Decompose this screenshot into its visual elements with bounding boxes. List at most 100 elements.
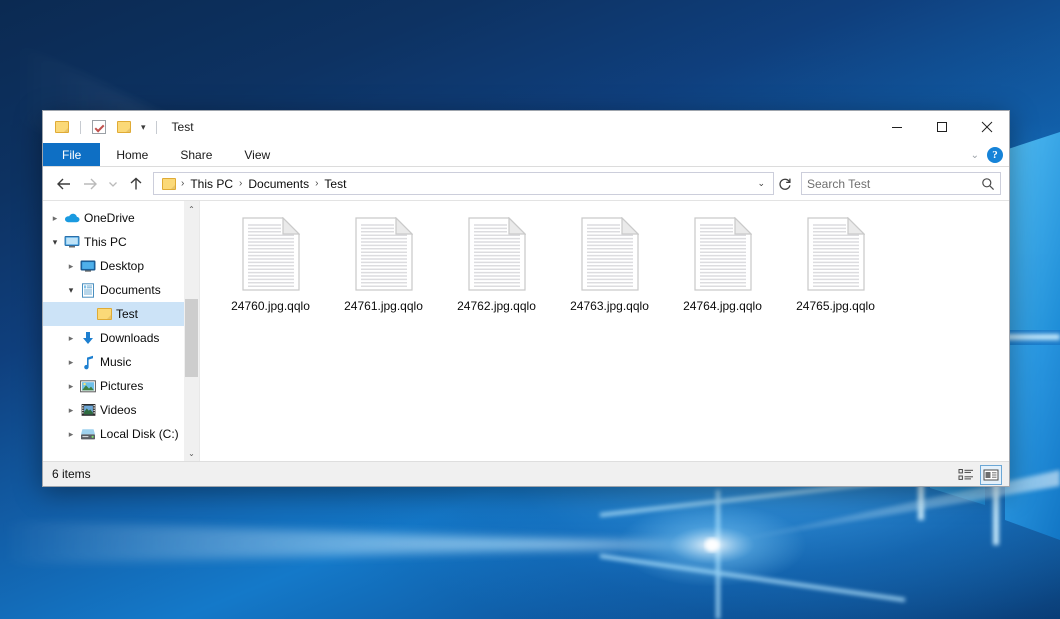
sidebar-scrollbar[interactable]: ⌃ ⌄ <box>184 201 199 461</box>
sidebar-item-music[interactable]: ▸ Music <box>43 350 199 374</box>
title-bar[interactable]: ▾ Test <box>43 111 1009 143</box>
ribbon-right-controls: ⌄ ? <box>971 143 1003 167</box>
breadcrumb: › This PC › Documents › Test <box>159 176 751 192</box>
view-toggle-group <box>955 462 1002 487</box>
file-name-label: 24765.jpg.qqlo <box>796 299 875 313</box>
sidebar-item-label: Music <box>97 355 131 369</box>
sidebar-item-local-disk-c[interactable]: ▸Local Disk (C:) <box>43 422 199 446</box>
scrollbar-thumb[interactable] <box>185 299 198 377</box>
file-item[interactable]: 24765.jpg.qqlo <box>779 215 892 339</box>
chevron-right-icon[interactable]: ▸ <box>47 213 63 224</box>
downloads-arrow-icon <box>79 331 97 346</box>
videos-filmstrip-icon <box>79 403 97 417</box>
sidebar-item-this-pc[interactable]: ▾ This PC <box>43 230 199 254</box>
sidebar-item-label: Desktop <box>97 259 144 273</box>
generic-document-icon <box>355 217 413 291</box>
search-icon[interactable] <box>981 177 995 191</box>
tab-view[interactable]: View <box>228 143 286 166</box>
tab-home[interactable]: Home <box>100 143 164 166</box>
chevron-down-icon[interactable]: ⌄ <box>971 150 979 161</box>
breadcrumb-item-this-pc[interactable]: This PC <box>186 176 237 192</box>
back-arrow-icon[interactable] <box>51 171 77 197</box>
chevron-down-icon[interactable]: ▾ <box>63 285 79 296</box>
breadcrumb-item-test[interactable]: Test <box>320 176 350 192</box>
search-box[interactable]: Search Test <box>801 172 1001 195</box>
file-item[interactable]: 24762.jpg.qqlo <box>440 215 553 339</box>
search-input[interactable]: Search Test <box>807 177 981 191</box>
up-arrow-icon[interactable] <box>123 171 149 197</box>
tab-file[interactable]: File <box>43 143 100 166</box>
address-bar[interactable]: › This PC › Documents › Test ⌄ <box>153 172 774 195</box>
sidebar-item-documents[interactable]: ▾Documents <box>43 278 199 302</box>
file-item[interactable]: 24763.jpg.qqlo <box>553 215 666 339</box>
generic-document-icon <box>242 217 300 291</box>
tab-share[interactable]: Share <box>164 143 228 166</box>
file-list-pane[interactable]: 24760.jpg.qqlo 24761.jpg.qqlo 24762.jpg.qq… <box>200 201 1009 461</box>
large-icons-view-button[interactable] <box>980 465 1002 485</box>
recent-locations-chevron-icon[interactable] <box>103 171 123 197</box>
quick-access-toolbar: ▾ Test <box>43 117 194 137</box>
generic-document-icon <box>581 217 639 291</box>
file-name-label: 24762.jpg.qqlo <box>457 299 536 313</box>
help-icon[interactable]: ? <box>987 147 1003 163</box>
navigation-pane: ▸OneDrive ▾ This PC ▸ Desktop ▾Documents▸Test… <box>43 201 200 461</box>
chevron-down-icon[interactable]: ▾ <box>139 123 148 132</box>
sidebar-item-pictures[interactable]: ▸ Pictures <box>43 374 199 398</box>
chevron-right-icon[interactable]: ▸ <box>63 261 79 272</box>
monitor-icon <box>63 235 81 249</box>
chevron-down-icon[interactable]: ⌄ <box>751 178 771 189</box>
close-button[interactable] <box>964 111 1009 143</box>
file-name-label: 24764.jpg.qqlo <box>683 299 762 313</box>
status-bar: 6 items <box>43 461 1009 486</box>
chevron-right-icon[interactable]: ▸ <box>63 357 79 368</box>
window-controls <box>874 111 1009 143</box>
scrollbar-track[interactable] <box>184 217 199 445</box>
window-body: ▸OneDrive ▾ This PC ▸ Desktop ▾Documents▸Test… <box>43 200 1009 461</box>
chevron-right-icon[interactable]: ▸ <box>63 381 79 392</box>
breadcrumb-item-documents[interactable]: Documents <box>244 176 313 192</box>
item-count-label: 6 items <box>52 467 91 481</box>
forward-arrow-icon[interactable] <box>77 171 103 197</box>
ribbon-tab-strip: File Home Share View ⌄ ? <box>43 143 1009 167</box>
sidebar-item-label: Pictures <box>97 379 143 393</box>
file-name-label: 24761.jpg.qqlo <box>344 299 423 313</box>
chevron-right-icon[interactable]: ▸ <box>63 429 79 440</box>
chevron-right-icon[interactable]: ▸ <box>63 405 79 416</box>
sidebar-item-desktop[interactable]: ▸ Desktop <box>43 254 199 278</box>
generic-document-icon <box>468 217 526 291</box>
details-view-button[interactable] <box>955 465 977 485</box>
hard-drive-icon <box>79 428 97 441</box>
navigation-bar: › This PC › Documents › Test ⌄ Search Te… <box>43 167 1009 200</box>
sidebar-item-label: Downloads <box>97 331 159 345</box>
sidebar-item-test[interactable]: ▸Test <box>43 302 199 326</box>
sidebar-item-videos[interactable]: ▸Videos <box>43 398 199 422</box>
file-item[interactable]: 24761.jpg.qqlo <box>327 215 440 339</box>
minimize-button[interactable] <box>874 111 919 143</box>
new-folder-icon[interactable] <box>114 117 134 137</box>
sidebar-item-downloads[interactable]: ▸ Downloads <box>43 326 199 350</box>
properties-icon[interactable] <box>89 117 109 137</box>
folder-icon[interactable] <box>159 178 179 190</box>
music-note-icon <box>79 355 97 370</box>
chevron-down-icon[interactable]: ▾ <box>47 237 63 248</box>
toolbar-divider <box>156 121 157 134</box>
maximize-button[interactable] <box>919 111 964 143</box>
sidebar-item-onedrive[interactable]: ▸OneDrive <box>43 206 199 230</box>
file-name-label: 24763.jpg.qqlo <box>570 299 649 313</box>
scroll-up-icon[interactable]: ⌃ <box>184 201 199 217</box>
refresh-icon[interactable] <box>774 177 796 191</box>
breadcrumb-separator: › <box>237 178 244 189</box>
file-item[interactable]: 24760.jpg.qqlo <box>214 215 327 339</box>
tree-spacer: ▸ <box>79 309 95 320</box>
scroll-down-icon[interactable]: ⌄ <box>184 445 199 461</box>
file-explorer-window: ▾ Test File Home Share View ⌄ ? <box>42 110 1010 487</box>
breadcrumb-separator: › <box>179 178 186 189</box>
chevron-right-icon[interactable]: ▸ <box>63 333 79 344</box>
file-item[interactable]: 24764.jpg.qqlo <box>666 215 779 339</box>
folder-icon[interactable] <box>52 117 72 137</box>
breadcrumb-separator: › <box>313 178 320 189</box>
pictures-icon <box>79 380 97 393</box>
generic-document-icon <box>807 217 865 291</box>
window-title: Test <box>172 120 194 134</box>
sidebar-item-label: This PC <box>81 235 127 249</box>
